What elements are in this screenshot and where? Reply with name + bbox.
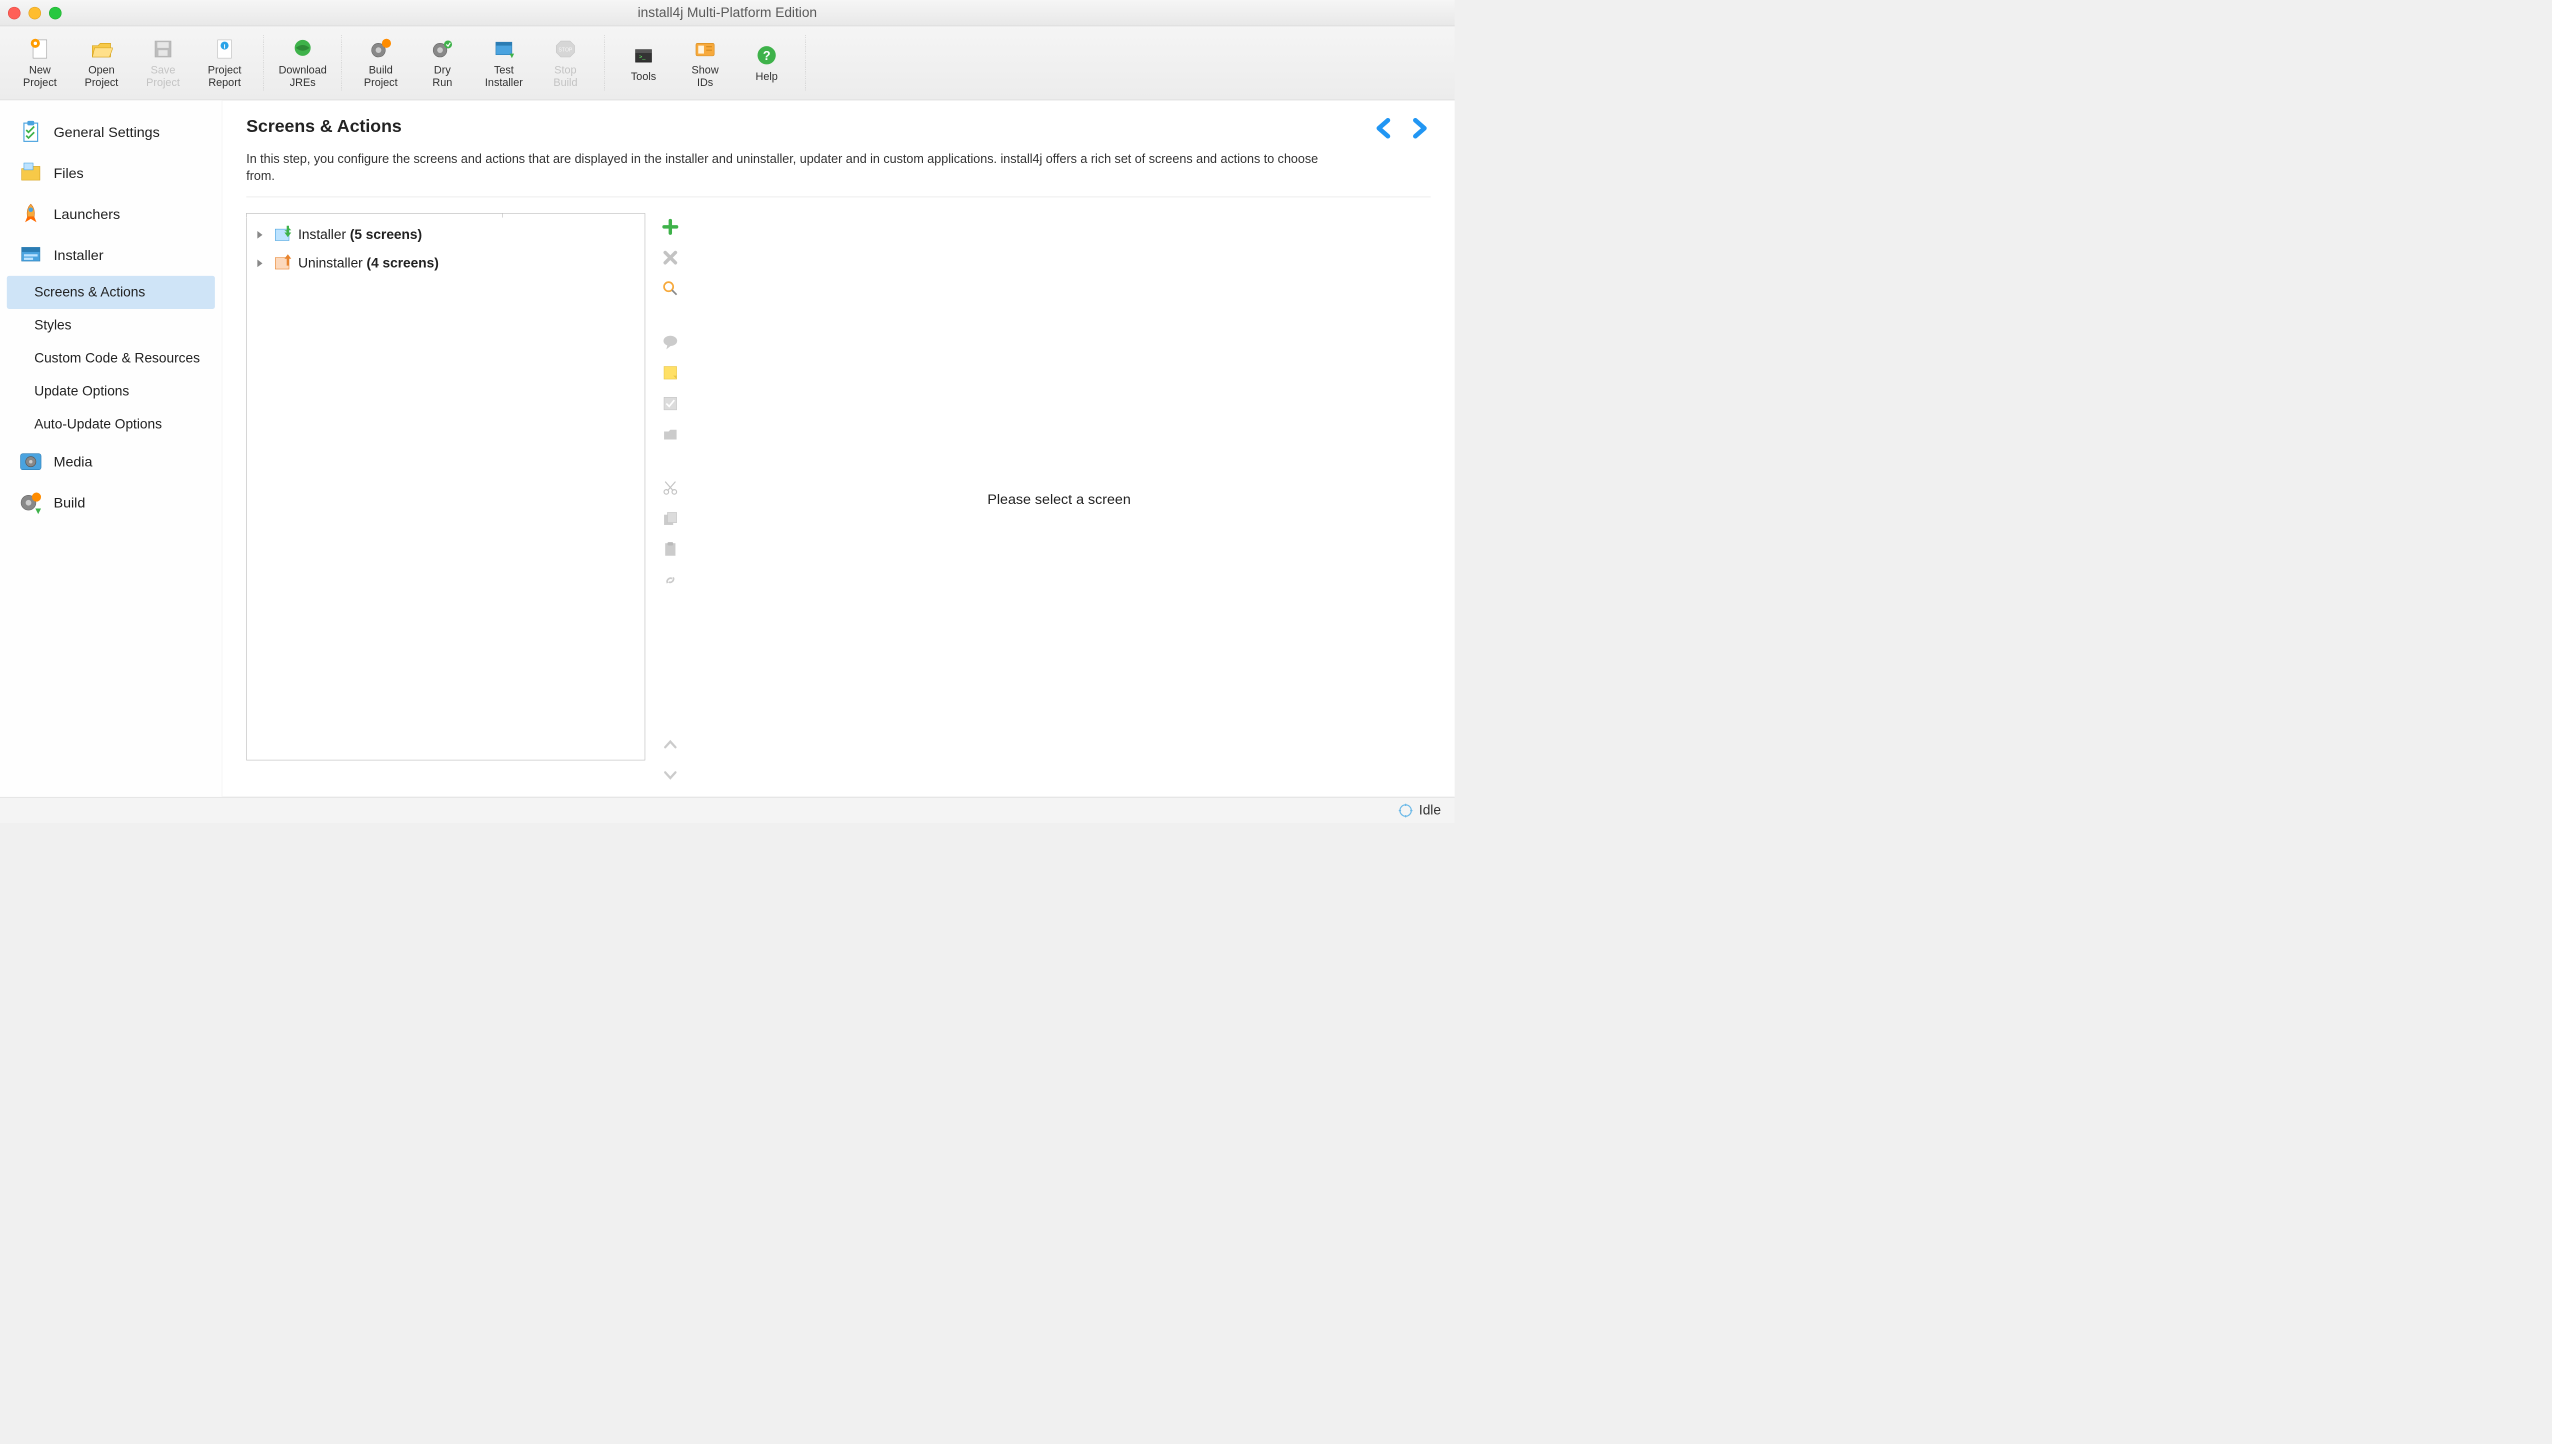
- window-title: install4j Multi-Platform Edition: [638, 5, 817, 21]
- media-icon: [14, 447, 48, 476]
- show-ids-icon: [693, 37, 717, 61]
- help-icon: ?: [755, 43, 779, 67]
- build-project-icon: [369, 37, 393, 61]
- folder-icon: [14, 159, 48, 188]
- nav-next-button[interactable]: [1407, 116, 1431, 140]
- link-button: [660, 570, 681, 591]
- sidebar-sub-update-options[interactable]: Update Options: [7, 375, 215, 408]
- add-button[interactable]: [660, 217, 681, 238]
- main-toolbar: NewProject OpenProject SaveProject i Pro…: [0, 26, 1455, 100]
- project-report-icon: i: [213, 37, 237, 61]
- stop-build-button: STOP StopBuild: [535, 32, 597, 95]
- dry-run-button[interactable]: DryRun: [412, 32, 474, 95]
- status-text: Idle: [1419, 802, 1441, 818]
- expand-arrow-icon: [255, 258, 265, 268]
- zoom-window-button[interactable]: [49, 7, 62, 20]
- window-titlebar: install4j Multi-Platform Edition: [0, 0, 1455, 26]
- screens-tree[interactable]: Installer (5 screens) Uninstaller (4 scr…: [246, 213, 645, 760]
- dry-run-icon: [430, 37, 454, 61]
- tree-uninstaller-count: (4 screens): [367, 256, 439, 271]
- tree-installer-label: Installer: [298, 227, 346, 242]
- stop-build-icon: STOP: [553, 37, 577, 61]
- sidebar: General Settings Files Launchers Install…: [0, 100, 222, 797]
- detail-placeholder: Please select a screen: [987, 491, 1130, 508]
- build-icon: [14, 488, 48, 517]
- test-installer-icon: [492, 37, 516, 61]
- sidebar-item-files[interactable]: Files: [7, 153, 215, 194]
- sidebar-item-build[interactable]: Build: [7, 482, 215, 523]
- save-project-icon: [151, 37, 175, 61]
- tree-row-installer[interactable]: Installer (5 screens): [251, 221, 640, 250]
- uninstaller-app-icon: [273, 253, 294, 274]
- tree-uninstaller-label: Uninstaller: [298, 256, 363, 271]
- paste-button: [660, 539, 681, 560]
- status-icon: [1398, 803, 1413, 818]
- status-bar: Idle: [0, 797, 1455, 823]
- minimize-window-button[interactable]: [29, 7, 42, 20]
- sidebar-item-installer[interactable]: Installer: [7, 235, 215, 276]
- show-ids-button[interactable]: ShowIDs: [674, 32, 736, 95]
- content-description: In this step, you configure the screens …: [246, 150, 1329, 184]
- sidebar-item-media[interactable]: Media: [7, 441, 215, 482]
- remove-button: [660, 248, 681, 269]
- tree-toolbar: [653, 213, 687, 785]
- sidebar-sub-styles[interactable]: Styles: [7, 309, 215, 342]
- folder-button: [660, 424, 681, 445]
- installer-icon: [14, 241, 48, 269]
- move-up-button: [660, 734, 681, 755]
- svg-text:>_: >_: [639, 54, 646, 60]
- tree-installer-count: (5 screens): [350, 227, 422, 242]
- svg-text:i: i: [224, 43, 226, 50]
- tree-row-uninstaller[interactable]: Uninstaller (4 screens): [251, 249, 640, 278]
- open-project-icon: [89, 37, 113, 61]
- copy-button: [660, 509, 681, 530]
- sidebar-item-general-settings[interactable]: General Settings: [7, 112, 215, 153]
- rocket-icon: [14, 200, 48, 229]
- save-project-button: SaveProject: [132, 32, 194, 95]
- open-project-button[interactable]: OpenProject: [71, 32, 133, 95]
- close-window-button[interactable]: [8, 7, 21, 20]
- tools-icon: >_: [632, 43, 656, 67]
- detail-panel: Please select a screen: [687, 213, 1430, 785]
- clipboard-check-icon: [14, 118, 48, 147]
- download-jres-button[interactable]: DownloadJREs: [272, 32, 334, 95]
- sidebar-sub-auto-update[interactable]: Auto-Update Options: [7, 408, 215, 441]
- move-down-button: [660, 765, 681, 786]
- note-button[interactable]: [660, 363, 681, 384]
- help-button[interactable]: ? Help: [736, 32, 798, 95]
- content-area: Screens & Actions In this step, you conf…: [222, 100, 1454, 797]
- new-project-button[interactable]: NewProject: [9, 32, 71, 95]
- test-installer-button[interactable]: TestInstaller: [473, 32, 535, 95]
- content-divider: [246, 197, 1430, 198]
- project-report-button[interactable]: i ProjectReport: [194, 32, 256, 95]
- sidebar-sub-screens-actions[interactable]: Screens & Actions: [7, 276, 215, 309]
- sidebar-sub-custom-code[interactable]: Custom Code & Resources: [7, 342, 215, 375]
- expand-arrow-icon: [255, 230, 265, 240]
- toggle-button: [660, 394, 681, 415]
- nav-previous-button[interactable]: [1373, 116, 1397, 140]
- installer-app-icon: [273, 225, 294, 246]
- new-project-icon: [28, 37, 52, 61]
- tools-button[interactable]: >_ Tools: [613, 32, 675, 95]
- svg-text:STOP: STOP: [559, 47, 573, 53]
- search-button[interactable]: [660, 278, 681, 299]
- svg-text:?: ?: [763, 49, 771, 63]
- cut-button: [660, 478, 681, 499]
- content-title: Screens & Actions: [246, 116, 401, 137]
- comment-button: [660, 332, 681, 353]
- sidebar-item-launchers[interactable]: Launchers: [7, 194, 215, 235]
- build-project-button[interactable]: BuildProject: [350, 32, 412, 95]
- download-jres-icon: [291, 37, 315, 61]
